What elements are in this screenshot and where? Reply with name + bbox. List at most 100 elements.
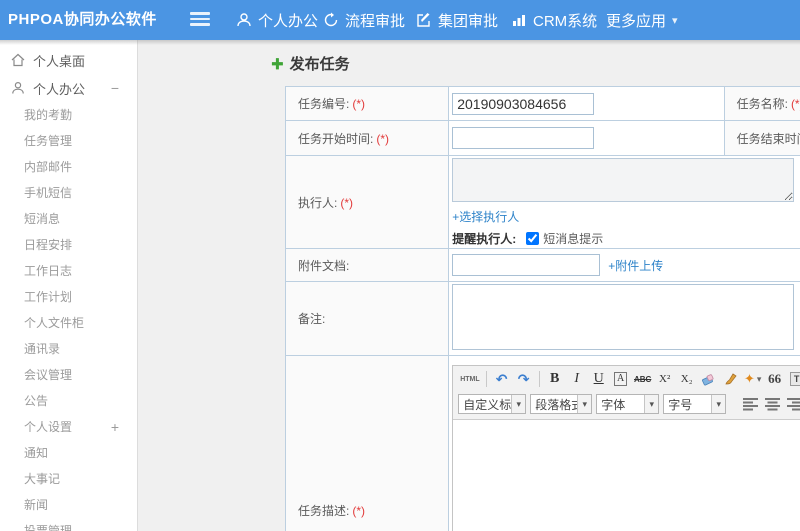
executor-label: 执行人: (*) bbox=[284, 155, 450, 249]
sidebar-item-sms[interactable]: 手机短信 bbox=[0, 180, 137, 206]
sidebar-item-contacts[interactable]: 通讯录 bbox=[0, 336, 137, 362]
end-time-label: 任务结束时间:(*) bbox=[723, 120, 800, 156]
sidebar-item-file-cabinet[interactable]: 个人文件柜 bbox=[0, 310, 137, 336]
sidebar-item-personal-settings[interactable]: 个人设置 + bbox=[0, 414, 137, 440]
align-left-button[interactable] bbox=[740, 395, 762, 413]
attachment-input[interactable] bbox=[452, 254, 601, 276]
sidebar-item-short-message[interactable]: 短消息 bbox=[0, 206, 137, 232]
superscript-button[interactable]: X² bbox=[655, 369, 675, 389]
sidebar-item-label: 通知 bbox=[24, 446, 49, 460]
caret-down-icon: ▾ bbox=[577, 395, 592, 413]
sidebar-item-label: 个人桌面 bbox=[33, 53, 86, 69]
sidebar-item-events[interactable]: 大事记 bbox=[0, 466, 137, 492]
nav-group-approval[interactable]: 集团审批 bbox=[416, 0, 498, 40]
undo-button[interactable]: ↶ bbox=[492, 369, 512, 389]
nav-process-approval[interactable]: 流程审批 bbox=[323, 0, 405, 40]
required-mark: (*) bbox=[352, 97, 366, 111]
description-label: 任务描述: (*) bbox=[284, 355, 450, 531]
format-painter-button[interactable] bbox=[721, 369, 741, 389]
sidebar-item-announcement[interactable]: 公告 bbox=[0, 388, 137, 414]
start-time-input[interactable] bbox=[452, 127, 595, 149]
sidebar-item-label: 通讯录 bbox=[24, 342, 61, 356]
remark-label: 备注: bbox=[284, 281, 450, 356]
sidebar-item-label: 任务管理 bbox=[24, 134, 73, 148]
quick-format-button[interactable]: ✦ ▾ bbox=[743, 369, 763, 389]
eraser-button[interactable] bbox=[699, 369, 719, 389]
task-name-label: 任务名称:(*) bbox=[723, 86, 800, 121]
editor-content-area[interactable] bbox=[453, 419, 800, 531]
remind-executor-label: 提醒执行人: bbox=[452, 231, 517, 246]
strikethrough-button[interactable]: ABC bbox=[633, 369, 653, 389]
align-center-button[interactable] bbox=[762, 395, 784, 413]
sidebar-item-task-management[interactable]: 任务管理 bbox=[0, 128, 137, 154]
sidebar-item-notice[interactable]: 通知 bbox=[0, 440, 137, 466]
align-right-button[interactable] bbox=[784, 395, 800, 413]
sidebar-item-label: 短消息 bbox=[24, 212, 61, 226]
attachment-upload-link[interactable]: +附件上传 bbox=[608, 257, 663, 274]
home-icon bbox=[11, 53, 25, 67]
paste-text-button[interactable]: T bbox=[789, 372, 800, 386]
process-icon bbox=[324, 12, 338, 27]
magic-wand-icon: ✦ bbox=[743, 371, 755, 386]
expand-icon[interactable]: + bbox=[111, 414, 119, 440]
subscript-button[interactable]: X₂ bbox=[677, 369, 697, 389]
sidebar-item-meeting[interactable]: 会议管理 bbox=[0, 362, 137, 388]
nav-crm-system[interactable]: CRM系统 bbox=[511, 0, 597, 40]
sidebar-item-attendance[interactable]: 我的考勤 bbox=[0, 102, 137, 128]
blockquote-button[interactable]: 66 bbox=[765, 369, 785, 389]
sidebar: 个人桌面 个人办公 − 我的考勤 任务管理 内部邮件 手机短信 短消息 日程安排… bbox=[0, 40, 138, 531]
sidebar-item-label: 日程安排 bbox=[24, 238, 73, 252]
sidebar-item-label: 手机短信 bbox=[24, 186, 73, 200]
paragraph-format-select[interactable]: 段落格式 ▾ bbox=[530, 394, 593, 414]
sidebar-item-label: 会议管理 bbox=[24, 368, 73, 382]
sidebar-item-personal-office[interactable]: 个人办公 − bbox=[0, 74, 137, 102]
italic-button[interactable]: I bbox=[567, 369, 587, 389]
sidebar-item-work-log[interactable]: 工作日志 bbox=[0, 258, 137, 284]
custom-heading-select[interactable]: 自定义标题 ▾ bbox=[458, 394, 527, 414]
edit-icon bbox=[417, 13, 430, 27]
required-mark: (*) bbox=[340, 195, 354, 210]
html-source-button[interactable]: HTML bbox=[459, 369, 480, 389]
executor-textarea[interactable] bbox=[452, 158, 795, 202]
remark-textarea[interactable] bbox=[452, 284, 795, 350]
top-header: PHPOA协同办公软件 个人办公 流程审批 集团审批 CRM系统 更多应用 ▾ bbox=[0, 0, 800, 40]
sidebar-item-label: 公告 bbox=[24, 394, 49, 408]
align-right-icon bbox=[787, 397, 800, 410]
nav-label: 集团审批 bbox=[438, 12, 499, 30]
sidebar-item-label: 新闻 bbox=[24, 498, 49, 512]
start-time-label: 任务开始时间: (*) bbox=[284, 120, 450, 156]
nav-personal-office[interactable]: 个人办公 bbox=[236, 0, 318, 40]
caret-down-icon: ▾ bbox=[711, 395, 726, 413]
sidebar-item-work-plan[interactable]: 工作计划 bbox=[0, 284, 137, 310]
font-family-select[interactable]: 字体 ▾ bbox=[596, 394, 660, 414]
select-executor-link[interactable]: +选择执行人 bbox=[452, 210, 519, 224]
caret-down-icon: ▾ bbox=[672, 14, 678, 27]
collapse-icon[interactable]: − bbox=[111, 74, 119, 102]
user-icon bbox=[12, 81, 24, 94]
sidebar-item-internal-mail[interactable]: 内部邮件 bbox=[0, 154, 137, 180]
caret-down-icon: ▾ bbox=[756, 373, 762, 384]
menu-toggle-icon[interactable] bbox=[190, 12, 210, 28]
align-center-icon bbox=[765, 397, 781, 410]
sidebar-item-news[interactable]: 新闻 bbox=[0, 492, 137, 518]
brush-icon bbox=[725, 373, 737, 385]
add-icon: ✚ bbox=[271, 55, 284, 73]
sidebar-item-vote[interactable]: 投票管理 bbox=[0, 518, 137, 531]
nav-more-apps[interactable]: 更多应用 ▾ bbox=[606, 0, 678, 40]
sms-remind-checkbox[interactable] bbox=[526, 231, 540, 245]
app-window: PHPOA协同办公软件 个人办公 流程审批 集团审批 CRM系统 更多应用 ▾ … bbox=[0, 0, 800, 531]
font-size-select[interactable]: 字号 ▾ bbox=[663, 394, 727, 414]
page-title: ✚ 发布任务 bbox=[271, 53, 350, 74]
bold-button[interactable]: B bbox=[545, 369, 565, 389]
chart-icon bbox=[513, 15, 525, 26]
sidebar-item-desktop[interactable]: 个人桌面 bbox=[0, 46, 137, 74]
sidebar-item-label: 个人设置 bbox=[24, 420, 73, 434]
editor-toolbar-row1: HTML ↶ ↷ B I U A ABC X² X₂ ✦ ▾ 66 T bbox=[453, 366, 800, 392]
caret-down-icon: ▾ bbox=[644, 395, 659, 413]
task-number-input[interactable] bbox=[452, 92, 595, 115]
font-background-button[interactable]: A bbox=[614, 372, 628, 386]
underline-button[interactable]: U bbox=[589, 369, 609, 389]
redo-button[interactable]: ↷ bbox=[514, 369, 534, 389]
sidebar-item-schedule[interactable]: 日程安排 bbox=[0, 232, 137, 258]
nav-label: 更多应用 bbox=[606, 12, 667, 30]
